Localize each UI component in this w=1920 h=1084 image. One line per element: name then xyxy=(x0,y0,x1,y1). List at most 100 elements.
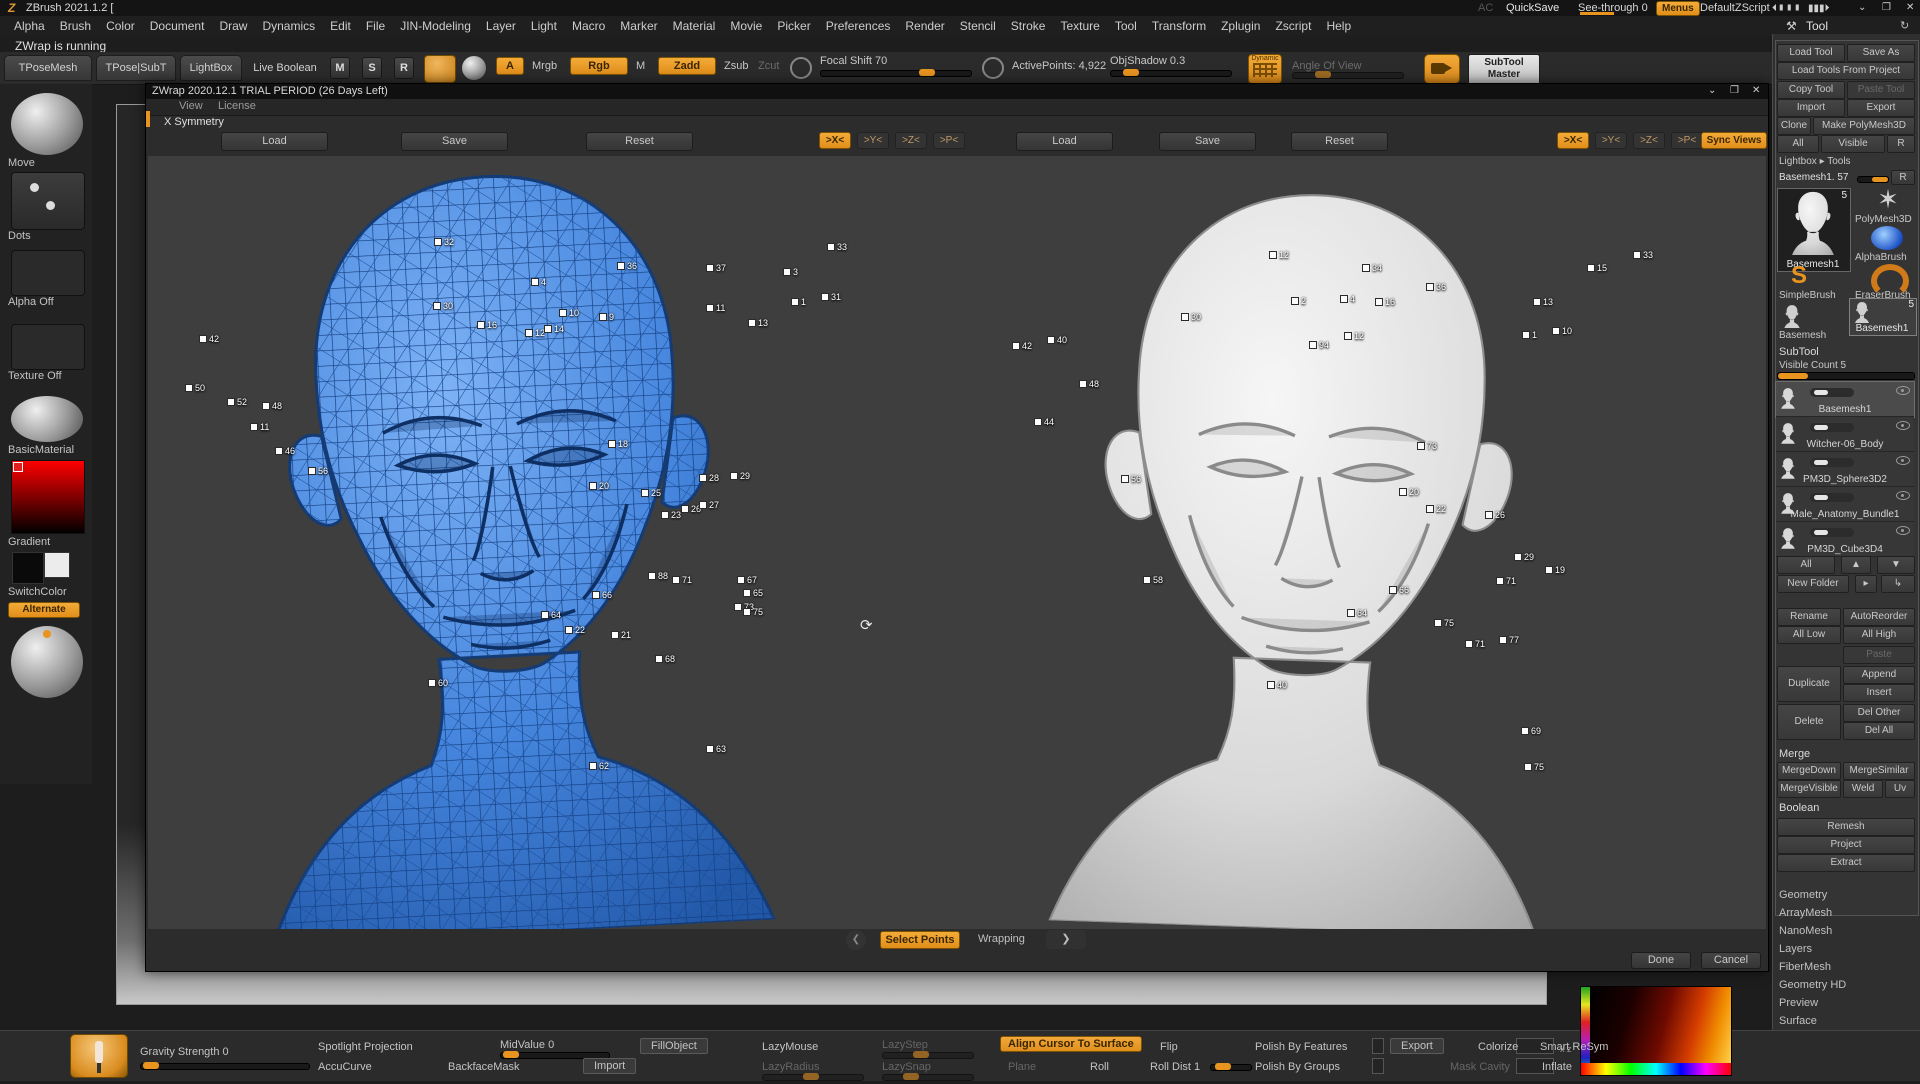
point-marker[interactable]: 13 xyxy=(1533,293,1553,311)
zwrap-menu-view[interactable]: View xyxy=(179,100,203,112)
point-marker[interactable]: 36 xyxy=(617,257,637,275)
point-marker[interactable]: 20 xyxy=(589,477,609,495)
all-button[interactable]: All xyxy=(1777,135,1819,153)
menu-item[interactable]: Marker xyxy=(620,19,657,33)
del-all-button[interactable]: Del All xyxy=(1843,722,1915,740)
point-marker[interactable]: 36 xyxy=(1426,278,1446,296)
roll-dist-slider[interactable] xyxy=(1210,1064,1252,1071)
subtool-item[interactable]: PM3D_Sphere3D2 xyxy=(1776,452,1914,487)
zwrap-minimize-icon[interactable]: ⌄ xyxy=(1708,85,1716,96)
point-marker[interactable]: 34 xyxy=(1362,259,1382,277)
point-marker[interactable]: 48 xyxy=(1079,375,1099,393)
visible-count-slider-label[interactable]: Visible Count 5 xyxy=(1779,360,1846,371)
focal-shift-slider-label[interactable]: Focal Shift 70 xyxy=(820,55,887,67)
point-marker[interactable]: 29 xyxy=(730,467,750,485)
new-folder-button[interactable]: New Folder xyxy=(1777,575,1849,593)
bottom-bar-item[interactable]: Gravity Strength 0 xyxy=(140,1046,229,1058)
point-marker[interactable]: 73 xyxy=(1417,437,1437,455)
load-tools-from-project-button[interactable]: Load Tools From Project xyxy=(1777,62,1915,80)
menu-item[interactable]: Color xyxy=(106,19,135,33)
scale-gizmo-icon[interactable]: S xyxy=(362,57,382,79)
load-tool-button[interactable]: Load Tool xyxy=(1777,44,1845,62)
subtool-item[interactable]: Basemesh1 xyxy=(1776,382,1914,417)
bottom-bar-item[interactable]: Colorize xyxy=(1478,1041,1518,1053)
remesh-button[interactable]: Remesh xyxy=(1777,818,1915,836)
tool-r-button[interactable]: R xyxy=(1891,170,1915,185)
visible-button[interactable]: Visible xyxy=(1821,135,1885,153)
visibility-eye-icon[interactable] xyxy=(1896,526,1910,535)
hue-strip-horizontal[interactable] xyxy=(1581,1063,1731,1075)
point-marker[interactable]: 10 xyxy=(559,304,579,322)
point-marker[interactable]: 62 xyxy=(589,757,609,775)
r-button[interactable]: R xyxy=(1887,135,1915,153)
point-marker[interactable]: 66 xyxy=(1389,581,1409,599)
point-marker[interactable]: 23 xyxy=(661,506,681,524)
palette-section-header[interactable]: Surface xyxy=(1773,1012,1920,1030)
point-marker[interactable]: 31 xyxy=(821,288,841,306)
zwrap-restore-icon[interactable]: ❐ xyxy=(1730,85,1739,96)
target-sculpt-head[interactable] xyxy=(973,156,1639,929)
point-marker[interactable]: 75 xyxy=(1524,758,1544,776)
point-marker[interactable]: 4 xyxy=(1340,290,1355,308)
delete-button[interactable]: Delete xyxy=(1777,704,1841,740)
point-marker[interactable]: 88 xyxy=(648,567,668,585)
point-marker[interactable]: 30 xyxy=(433,297,453,315)
shade-gradient-area[interactable] xyxy=(1590,987,1731,1063)
hue-strip-vertical[interactable] xyxy=(1581,987,1590,1075)
bottom-bar-item[interactable]: Flip xyxy=(1160,1041,1178,1053)
palette-section-header[interactable]: Layers xyxy=(1773,940,1920,958)
zwrap-close-icon[interactable]: ✕ xyxy=(1752,85,1760,96)
axis-snap-button[interactable]: >Z< xyxy=(895,132,927,149)
quicksave-button[interactable]: QuickSave xyxy=(1506,2,1559,14)
menu-item[interactable]: Document xyxy=(150,19,205,33)
axis-snap-button[interactable]: >Y< xyxy=(1595,132,1627,149)
move-gizmo-icon[interactable]: M xyxy=(330,57,350,79)
menus-toggle-button[interactable]: Menus xyxy=(1656,1,1700,16)
palette-section-header[interactable]: NanoMesh xyxy=(1773,922,1920,940)
axis-snap-button[interactable]: >P< xyxy=(933,132,965,149)
point-marker[interactable]: 10 xyxy=(1552,322,1572,340)
bottom-bar-item[interactable]: Roll Dist 1 xyxy=(1150,1061,1200,1073)
window-close-icon[interactable]: ✕ xyxy=(1906,2,1914,13)
move-down-button[interactable]: ▼ xyxy=(1877,556,1915,574)
point-marker[interactable]: 52 xyxy=(227,393,247,411)
uv-button[interactable]: Uv xyxy=(1885,780,1915,798)
visibility-eye-icon[interactable] xyxy=(1896,421,1910,430)
zwrap-load-left-button[interactable]: Load xyxy=(221,132,328,151)
fold-button[interactable]: ▸ xyxy=(1855,575,1877,593)
default-zscript-button[interactable]: DefaultZScript xyxy=(1700,2,1770,14)
m-button[interactable]: M xyxy=(636,60,645,72)
mergedown-button[interactable]: MergeDown xyxy=(1777,762,1841,780)
save-as-button[interactable]: Save As xyxy=(1847,44,1915,62)
mrgb-button[interactable]: Mrgb xyxy=(532,60,557,72)
export-button[interactable]: Export xyxy=(1847,99,1915,117)
polyframe-toggle-icon[interactable] xyxy=(1810,528,1854,537)
draw-size-dial-icon[interactable] xyxy=(790,57,812,79)
point-marker[interactable]: 26 xyxy=(681,500,701,518)
menu-item[interactable]: Zplugin xyxy=(1221,19,1260,33)
point-marker[interactable]: 48 xyxy=(262,397,282,415)
point-marker[interactable]: 29 xyxy=(1514,548,1534,566)
point-marker[interactable]: 60 xyxy=(428,674,448,692)
visibility-eye-icon[interactable] xyxy=(1896,456,1910,465)
menu-item[interactable]: File xyxy=(366,19,385,33)
make-polymesh3d-button[interactable]: Make PolyMesh3D xyxy=(1813,117,1915,135)
point-marker[interactable]: 50 xyxy=(185,379,205,397)
source-mesh-head[interactable] xyxy=(153,156,854,929)
menu-item[interactable]: Stencil xyxy=(960,19,996,33)
axis-snap-button[interactable]: >X< xyxy=(1557,132,1589,149)
unfold-button[interactable]: ↳ xyxy=(1881,575,1915,593)
menu-item[interactable]: Brush xyxy=(60,19,91,33)
stroke-thumbnail[interactable] xyxy=(11,172,85,230)
dynamic-perspective-button[interactable]: Dynamic xyxy=(1248,54,1282,84)
point-marker[interactable]: 94 xyxy=(1309,336,1329,354)
palette-section-header[interactable]: Geometry xyxy=(1773,886,1920,904)
bottom-bar-item[interactable]: LazySnap xyxy=(882,1061,931,1073)
point-marker[interactable]: 18 xyxy=(608,435,628,453)
bottom-bar-item[interactable]: Mask Cavity xyxy=(1450,1061,1510,1073)
menu-item[interactable]: Alpha xyxy=(14,19,45,33)
bottom-bar-item[interactable]: Inflate xyxy=(1542,1061,1572,1073)
bottom-bar-item[interactable]: AccuCurve xyxy=(318,1061,372,1073)
zwrap-reset-center-button[interactable]: Reset xyxy=(1291,132,1388,151)
menu-item[interactable]: Help xyxy=(1326,19,1351,33)
